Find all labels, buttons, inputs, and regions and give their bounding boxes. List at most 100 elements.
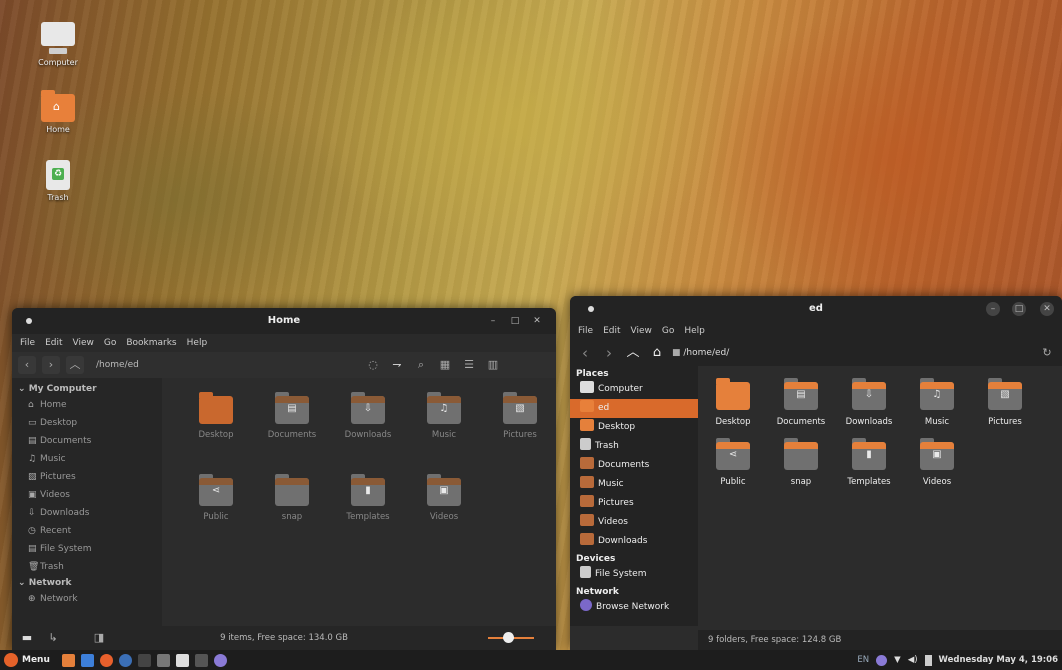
battery-icon[interactable] [924, 654, 932, 666]
zoom-slider-handle[interactable] [503, 632, 514, 643]
menu-go[interactable]: Go [104, 338, 116, 348]
sidebar-item-network[interactable]: ⊕ Network [12, 590, 162, 608]
sidebar-item-recent[interactable]: ◷ Recent [12, 522, 162, 540]
menu-button[interactable]: Menu [4, 653, 50, 667]
monitor-launcher-icon[interactable] [194, 653, 208, 667]
sidebar-item-home[interactable]: ⌂ Home [12, 396, 162, 414]
menu-view[interactable]: View [631, 326, 652, 336]
desktop-icon-computer[interactable]: Computer [30, 22, 86, 67]
minimize-icon[interactable]: – [986, 302, 1000, 316]
location-bar[interactable]: /home/ed [90, 356, 358, 374]
list-view-icon[interactable]: ☰ [460, 356, 478, 374]
refresh-icon[interactable]: ◌ [364, 356, 382, 374]
sidebar-item-videos[interactable]: Videos [570, 513, 698, 532]
software-launcher-icon[interactable] [175, 653, 189, 667]
desktop-icon-trash[interactable]: ♻ Trash [30, 160, 86, 202]
sidebar-item-file-system[interactable]: File System [570, 565, 698, 584]
file-item-documents[interactable]: ▤ Documents [768, 378, 834, 427]
file-item-music[interactable]: ♫ Music [904, 378, 970, 427]
file-item-public[interactable]: ⋖ Public [178, 474, 254, 522]
maximize-icon[interactable]: □ [1012, 302, 1026, 316]
window-titlebar[interactable]: Home – □ ✕ [12, 308, 556, 334]
back-button[interactable]: ‹ [18, 356, 36, 374]
sidebar-item-documents[interactable]: ▤ Documents [12, 432, 162, 450]
sidebar-item-music[interactable]: Music [570, 475, 698, 494]
reload-icon[interactable]: ↻ [1038, 344, 1056, 362]
home-button[interactable]: ⌂ [648, 344, 666, 362]
forward-button[interactable]: › [42, 356, 60, 374]
menu-file[interactable]: File [578, 326, 593, 336]
file-item-documents[interactable]: ▤ Documents [254, 392, 330, 440]
files-launcher-icon[interactable] [61, 653, 75, 667]
close-icon[interactable]: ✕ [1040, 302, 1054, 316]
up-button[interactable]: ︿ [624, 344, 642, 362]
sidebar-heading-network[interactable]: ⌄ Network [12, 576, 162, 590]
file-item-pictures[interactable]: ▧ Pictures [482, 392, 556, 440]
sidebar-item-music[interactable]: ♫ Music [12, 450, 162, 468]
file-item-downloads[interactable]: ⇩ Downloads [330, 392, 406, 440]
file-item-desktop[interactable]: Desktop [178, 392, 254, 440]
menu-help[interactable]: Help [684, 326, 705, 336]
sidebar-item-downloads[interactable]: Downloads [570, 532, 698, 551]
file-item-videos[interactable]: ▣ Videos [406, 474, 482, 522]
close-icon[interactable]: ✕ [530, 314, 544, 328]
back-button[interactable]: ‹ [576, 344, 594, 362]
writer-launcher-icon[interactable] [80, 653, 94, 667]
menu-bookmarks[interactable]: Bookmarks [126, 338, 176, 348]
minimize-icon[interactable]: – [486, 314, 500, 328]
menu-edit[interactable]: Edit [603, 326, 620, 336]
sidebar-item-ed[interactable]: ed [570, 399, 698, 418]
files-window-icon[interactable] [156, 653, 170, 667]
file-item-public[interactable]: ⋖ Public [700, 438, 766, 487]
folder-icon: ■ [672, 348, 681, 358]
sidebar-item-pictures[interactable]: ▧ Pictures [12, 468, 162, 486]
window-titlebar[interactable]: ed – □ ✕ [570, 296, 1062, 322]
file-item-templates[interactable]: ▮ Templates [836, 438, 902, 487]
file-item-desktop[interactable]: Desktop [700, 378, 766, 427]
sidebar-heading-my-computer[interactable]: ⌄ My Computer [12, 382, 162, 396]
icon-view-icon[interactable]: ▦ [436, 356, 454, 374]
sidebar-item-trash[interactable]: Trash [570, 437, 698, 456]
forward-button[interactable]: › [600, 344, 618, 362]
file-item-downloads[interactable]: ⇩ Downloads [836, 378, 902, 427]
file-item-templates[interactable]: ▮ Templates [330, 474, 406, 522]
network-status-icon[interactable] [876, 654, 888, 666]
wifi-icon[interactable]: ▼ [894, 655, 901, 665]
toggle-location-icon[interactable]: ⇁ [388, 356, 406, 374]
sidebar-item-computer[interactable]: Computer [570, 380, 698, 399]
network-launcher-icon[interactable] [213, 653, 227, 667]
sidebar-item-trash[interactable]: 🗑Trash [12, 558, 162, 576]
settings-launcher-icon[interactable] [118, 653, 132, 667]
path-bar[interactable]: ■ /home/ed/ [672, 348, 729, 358]
desktop-icon-home[interactable]: ⌂ Home [30, 90, 86, 134]
pictures-folder-icon [580, 495, 594, 507]
file-item-pictures[interactable]: ▧ Pictures [972, 378, 1038, 427]
sidebar-item-browse-network[interactable]: Browse Network [570, 598, 698, 617]
file-item-snap[interactable]: snap [254, 474, 330, 522]
sidebar-item-downloads[interactable]: ⇩ Downloads [12, 504, 162, 522]
file-item-videos[interactable]: ▣ Videos [904, 438, 970, 487]
file-item-music[interactable]: ♫ Music [406, 392, 482, 440]
up-button[interactable]: ︿ [66, 356, 84, 374]
maximize-icon[interactable]: □ [508, 314, 522, 328]
sidebar-item-documents[interactable]: Documents [570, 456, 698, 475]
menu-view[interactable]: View [73, 338, 94, 348]
sidebar-item-desktop[interactable]: ▭ Desktop [12, 414, 162, 432]
volume-icon[interactable]: ◀) [908, 655, 918, 665]
file-item-snap[interactable]: snap [768, 438, 834, 487]
keyboard-layout-indicator[interactable]: EN [857, 655, 869, 665]
sidebar-item-videos[interactable]: ▣ Videos [12, 486, 162, 504]
compact-view-icon[interactable]: ▥ [484, 356, 502, 374]
sidebar-item-desktop[interactable]: Desktop [570, 418, 698, 437]
menu-file[interactable]: File [20, 338, 35, 348]
menu-help[interactable]: Help [187, 338, 208, 348]
sidebar-item-pictures[interactable]: Pictures [570, 494, 698, 513]
document-icon: ▤ [28, 436, 37, 446]
firefox-launcher-icon[interactable] [99, 653, 113, 667]
clock[interactable]: Wednesday May 4, 19:06 [939, 655, 1058, 665]
menu-edit[interactable]: Edit [45, 338, 62, 348]
search-icon[interactable]: ⌕ [412, 356, 430, 374]
sidebar-item-file-system[interactable]: ▤ File System [12, 540, 162, 558]
menu-go[interactable]: Go [662, 326, 674, 336]
terminal-launcher-icon[interactable] [137, 653, 151, 667]
